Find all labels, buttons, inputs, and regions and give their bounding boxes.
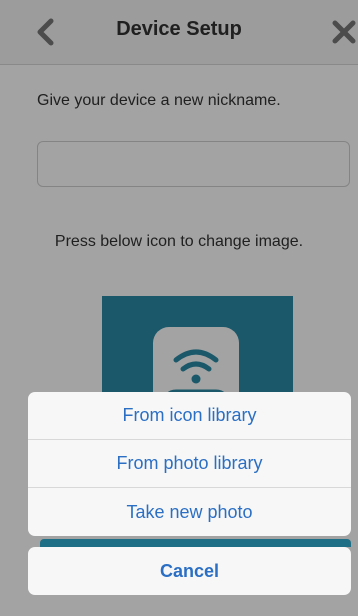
underlying-button-edge <box>40 539 351 547</box>
take-new-photo-option[interactable]: Take new photo <box>28 488 351 536</box>
from-photo-library-option[interactable]: From photo library <box>28 440 351 488</box>
image-source-action-sheet: From icon library From photo library Tak… <box>28 392 351 536</box>
cancel-button[interactable]: Cancel <box>28 547 351 595</box>
from-icon-library-option[interactable]: From icon library <box>28 392 351 440</box>
device-setup-screen: Device Setup Give your device a new nick… <box>0 0 358 616</box>
